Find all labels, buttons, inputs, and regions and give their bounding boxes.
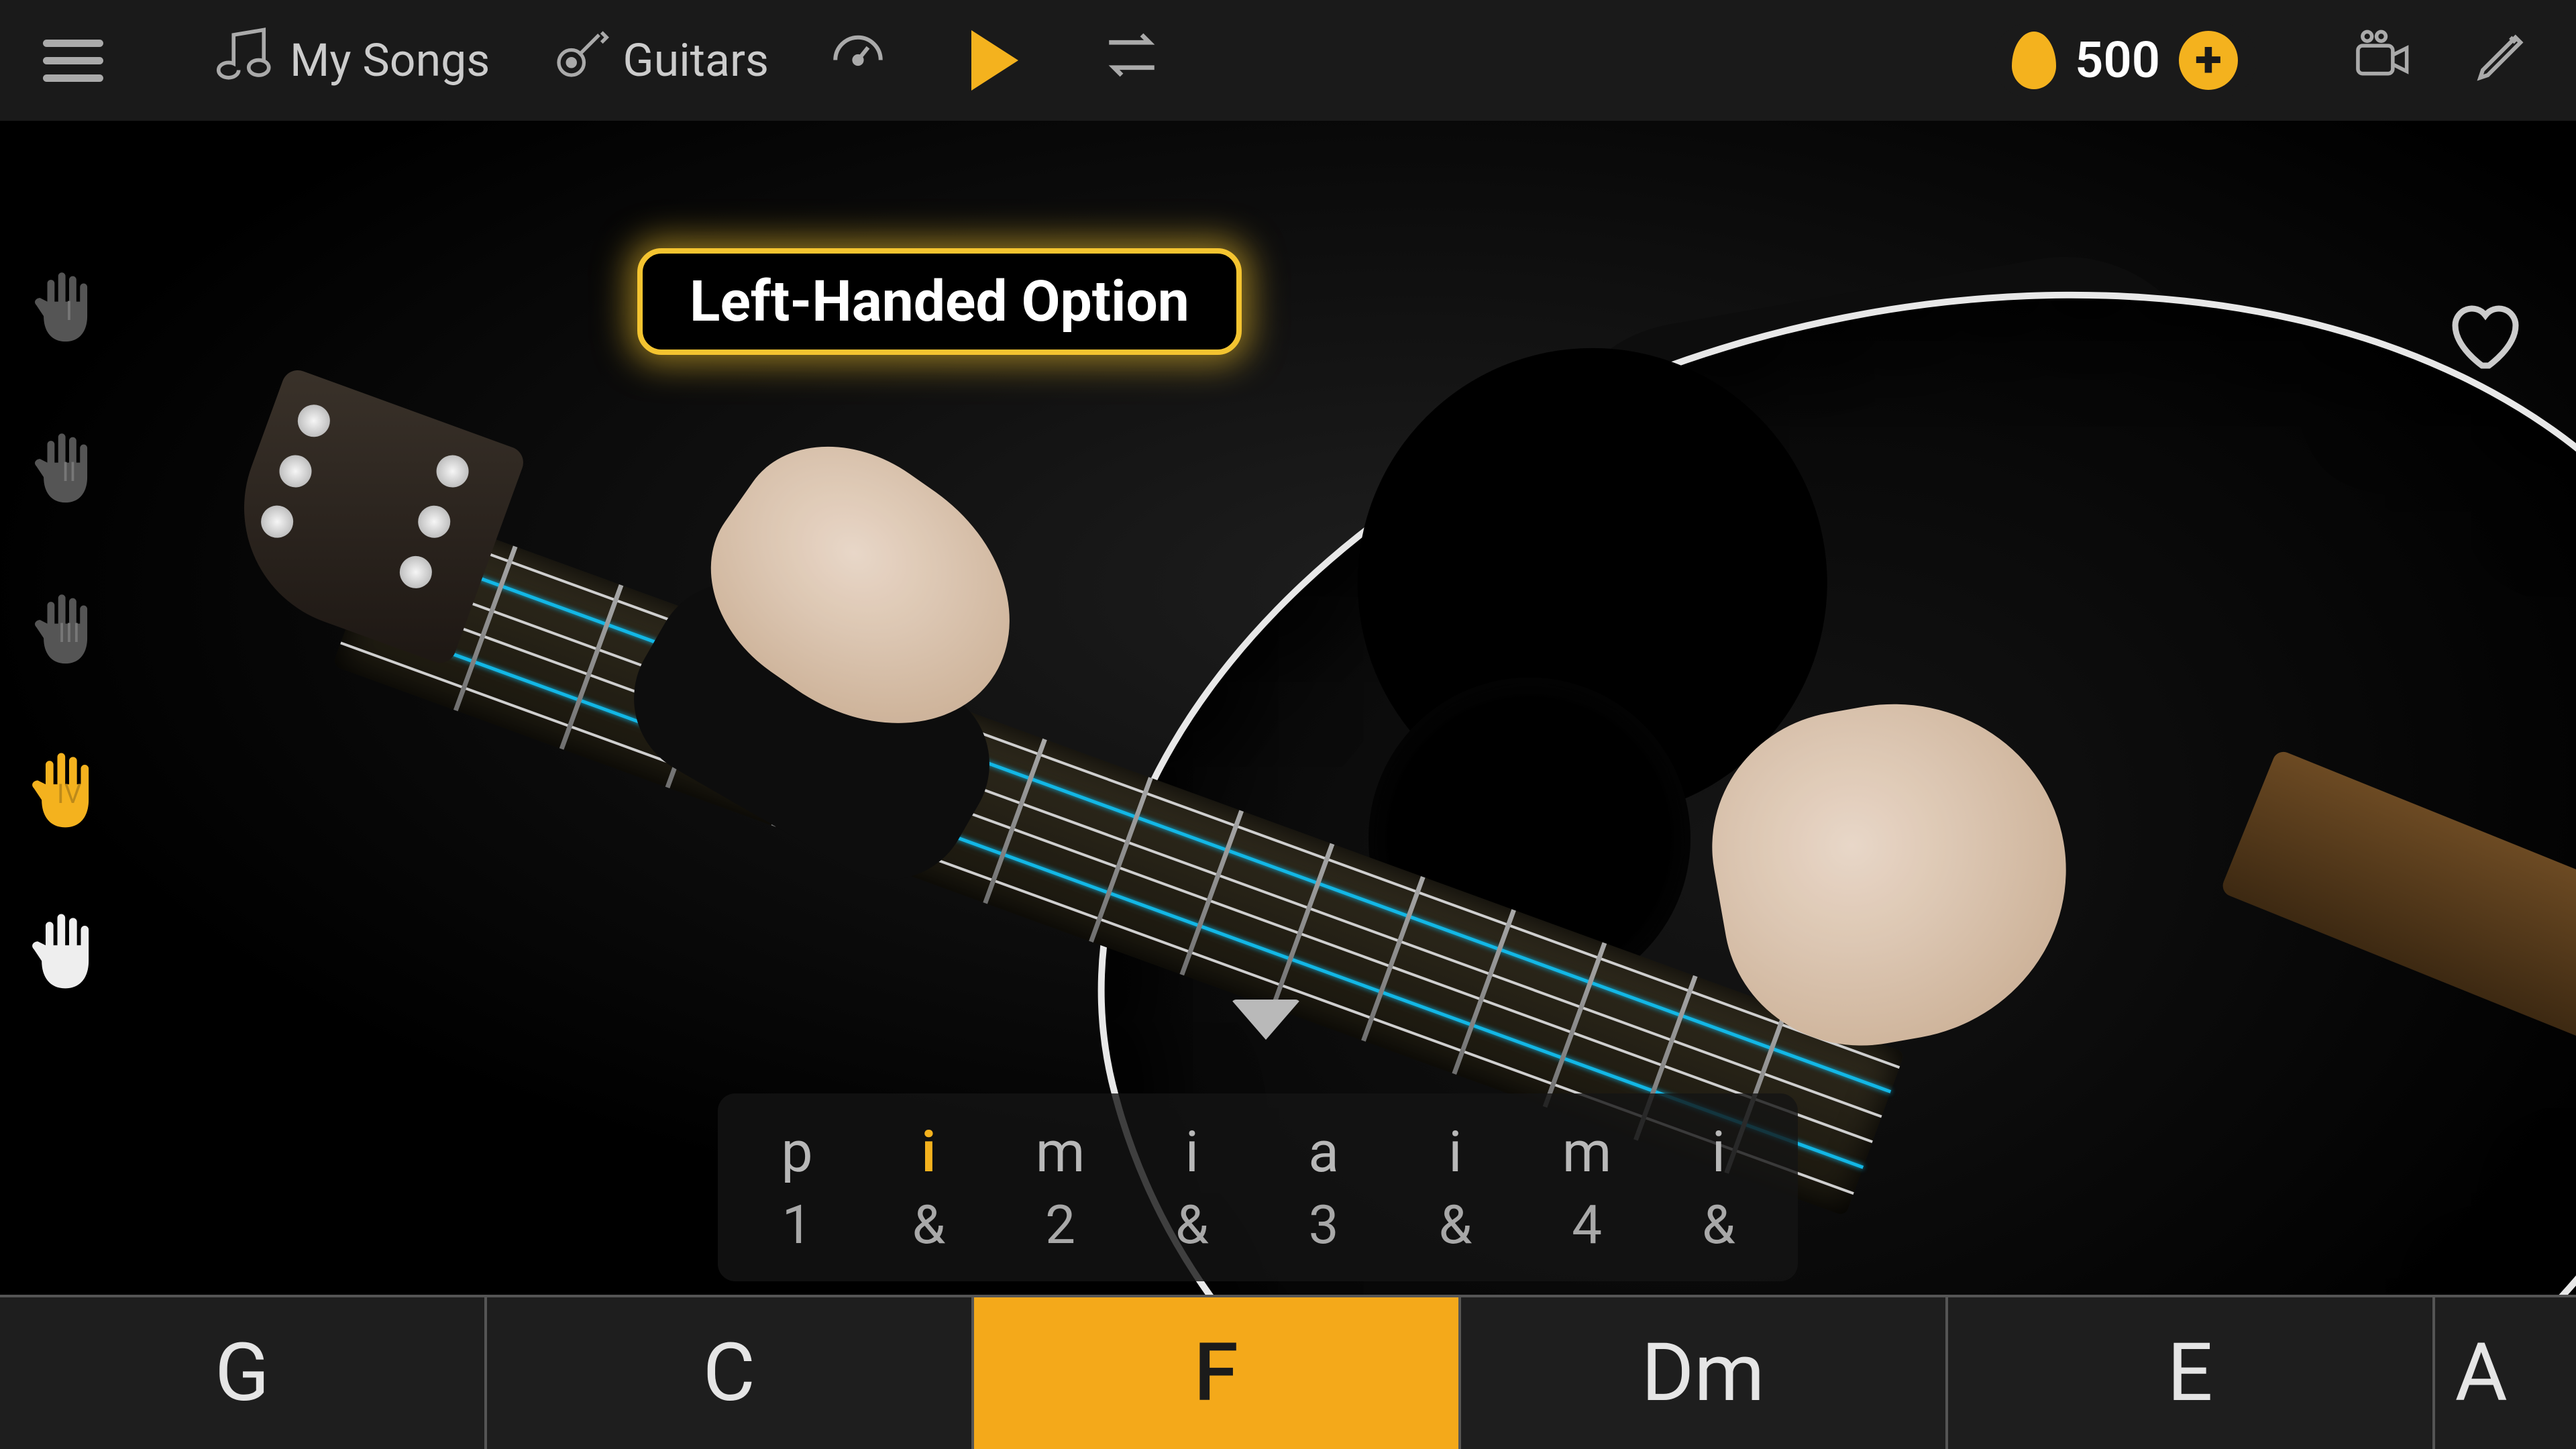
- hand-level-rail: I II III IV: [19, 255, 119, 1000]
- chord-g[interactable]: G: [0, 1297, 487, 1449]
- chord-f-active[interactable]: F: [974, 1297, 1461, 1449]
- add-coins-button[interactable]: +: [2179, 31, 2238, 90]
- gauge-icon: [828, 25, 888, 97]
- chord-e[interactable]: E: [1948, 1297, 2435, 1449]
- hand-level-label: II: [62, 456, 76, 488]
- pattern-beat-7[interactable]: m 4: [1521, 1119, 1653, 1256]
- pattern-beat-5[interactable]: a 3: [1258, 1119, 1389, 1256]
- pencil-icon: [2473, 25, 2533, 97]
- chord-c[interactable]: C: [487, 1297, 974, 1449]
- guitars-label: Guitars: [623, 34, 769, 87]
- my-songs-button[interactable]: My Songs: [200, 25, 506, 97]
- camera-button[interactable]: [2337, 25, 2430, 97]
- coin-icon: [2012, 32, 2056, 89]
- coin-count: 500: [2075, 32, 2160, 90]
- hand-level-label: III: [58, 617, 80, 649]
- camera-icon: [2353, 25, 2414, 97]
- menu-button[interactable]: [27, 40, 119, 82]
- play-button[interactable]: [931, 30, 1059, 91]
- tempo-button[interactable]: [812, 25, 904, 97]
- guitars-button[interactable]: Guitars: [533, 25, 785, 97]
- hand-level-4-active[interactable]: IV: [19, 738, 119, 839]
- coin-balance[interactable]: 500 +: [1993, 23, 2257, 98]
- pattern-beat-3[interactable]: m 2: [995, 1119, 1126, 1256]
- guitar-viewport: I II III IV Left-Handed Option: [0, 121, 2576, 1295]
- hand-level-3[interactable]: III: [19, 577, 119, 678]
- pattern-strip[interactable]: p 1 i & m 2 i & a 3 i & m 4 i &: [718, 1093, 1798, 1281]
- pattern-beat-6[interactable]: i &: [1389, 1119, 1521, 1256]
- loop-button[interactable]: [1085, 25, 1178, 97]
- loop-icon: [1102, 25, 1162, 97]
- pattern-beat-1[interactable]: p 1: [731, 1119, 863, 1256]
- chord-dm[interactable]: Dm: [1461, 1297, 1948, 1449]
- hand-level-label: I: [66, 295, 73, 327]
- chord-next-partial[interactable]: A: [2435, 1297, 2576, 1449]
- top-toolbar: My Songs Guitars 500 +: [0, 0, 2576, 121]
- play-icon: [971, 30, 1018, 91]
- guitar-icon: [549, 25, 609, 97]
- pattern-beat-2-active[interactable]: i &: [863, 1119, 994, 1256]
- hand-level-5[interactable]: [19, 899, 119, 1000]
- edit-button[interactable]: [2457, 25, 2549, 97]
- hand-level-1[interactable]: I: [19, 255, 119, 356]
- position-marker-icon[interactable]: [1231, 1000, 1301, 1040]
- pattern-beat-4[interactable]: i &: [1126, 1119, 1258, 1256]
- my-songs-label: My Songs: [290, 34, 490, 87]
- chord-bar: G C F Dm E A: [0, 1295, 2576, 1449]
- pattern-beat-8[interactable]: i &: [1653, 1119, 1784, 1256]
- music-note-icon: [216, 25, 276, 97]
- hand-level-label: IV: [57, 778, 81, 810]
- hand-level-2[interactable]: II: [19, 416, 119, 517]
